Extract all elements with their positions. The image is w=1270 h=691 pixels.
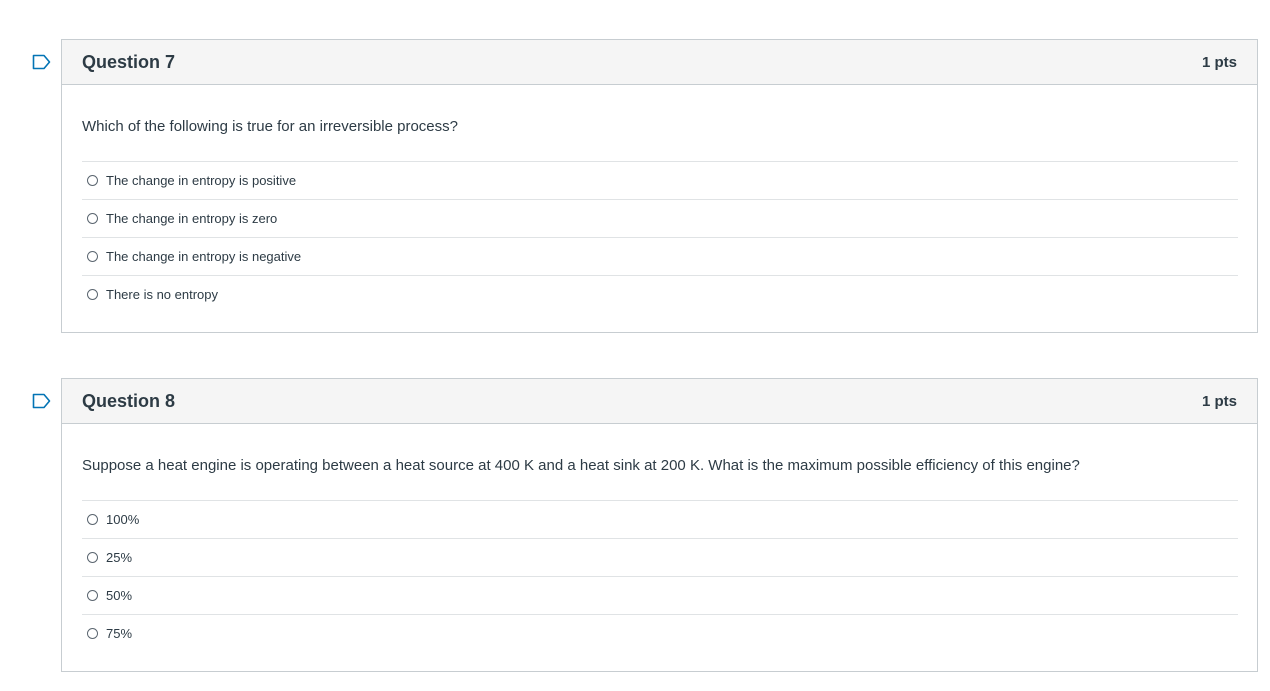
answer-option[interactable]: The change in entropy is negative xyxy=(82,238,1238,276)
question-title: Question 7 xyxy=(82,51,176,72)
flag-question-icon[interactable] xyxy=(32,393,52,409)
question-text: Suppose a heat engine is operating betwe… xyxy=(82,457,1080,474)
answer-label: 75% xyxy=(106,626,133,641)
answer-option[interactable]: There is no entropy xyxy=(82,276,1238,313)
radio-button[interactable] xyxy=(87,552,98,563)
answer-option[interactable]: 75% xyxy=(82,615,1238,652)
answer-list: 100% 25% 50% 75% xyxy=(82,500,1238,671)
question-card: Question 8 1 pts Suppose a heat engine i… xyxy=(61,378,1258,672)
radio-button[interactable] xyxy=(87,251,98,262)
question-card: Question 7 1 pts Which of the following … xyxy=(61,39,1258,333)
question-header: Question 8 1 pts xyxy=(62,379,1257,424)
question-body: Which of the following is true for an ir… xyxy=(62,85,1257,332)
question-points: 1 pts xyxy=(1201,392,1237,410)
radio-button[interactable] xyxy=(87,590,98,601)
radio-button[interactable] xyxy=(87,628,98,639)
answer-option[interactable]: The change in entropy is positive xyxy=(82,162,1238,200)
answer-label: 100% xyxy=(106,512,140,527)
radio-button[interactable] xyxy=(87,289,98,300)
answer-label: The change in entropy is zero xyxy=(106,211,278,226)
radio-button[interactable] xyxy=(87,213,98,224)
radio-button[interactable] xyxy=(87,514,98,525)
answer-label: There is no entropy xyxy=(106,287,219,302)
answer-option[interactable]: The change in entropy is zero xyxy=(82,200,1238,238)
question-points: 1 pts xyxy=(1201,53,1237,71)
answer-label: The change in entropy is negative xyxy=(106,249,302,264)
answer-option[interactable]: 50% xyxy=(82,577,1238,615)
flag-question-icon[interactable] xyxy=(32,54,52,70)
answer-option[interactable]: 25% xyxy=(82,539,1238,577)
question-header: Question 7 1 pts xyxy=(62,40,1257,85)
answer-list: The change in entropy is positive The ch… xyxy=(82,161,1238,332)
question-title: Question 8 xyxy=(82,390,176,411)
answer-label: 50% xyxy=(106,588,133,603)
question-body: Suppose a heat engine is operating betwe… xyxy=(62,424,1257,671)
answer-label: The change in entropy is positive xyxy=(106,173,297,188)
radio-button[interactable] xyxy=(87,175,98,186)
answer-option[interactable]: 100% xyxy=(82,501,1238,539)
quiz-page: Question 7 1 pts Which of the following … xyxy=(0,0,1270,691)
question-text: Which of the following is true for an ir… xyxy=(82,118,458,135)
answer-label: 25% xyxy=(106,550,133,565)
